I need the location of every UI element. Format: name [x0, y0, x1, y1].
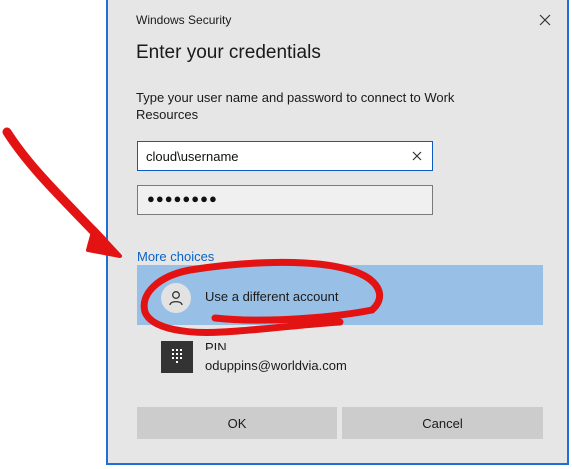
dialog-heading: Enter your credentials — [136, 42, 321, 63]
close-icon — [539, 14, 551, 26]
ok-button[interactable]: OK — [137, 407, 337, 439]
avatar — [161, 283, 191, 313]
option-label: Use a different account — [205, 289, 339, 304]
instructions-text: Type your user name and password to conn… — [136, 90, 455, 122]
clear-x-icon[interactable] — [410, 149, 424, 163]
password-masked-value: ●●●●●●●● — [147, 191, 218, 206]
cancel-button[interactable]: Cancel — [342, 407, 543, 439]
window-title: Windows Security — [136, 13, 232, 27]
credentials-dialog: Windows Security Enter your credentials … — [106, 0, 569, 465]
username-field[interactable] — [137, 141, 433, 171]
password-field[interactable]: ●●●●●●●● — [137, 185, 433, 215]
pin-option-account: oduppins@worldvia.com — [205, 358, 347, 373]
option-use-different-account[interactable]: Use a different account — [137, 265, 543, 325]
option-pin[interactable]: PIN oduppins@worldvia.com — [137, 336, 543, 378]
close-button[interactable] — [535, 10, 555, 30]
username-input[interactable] — [138, 142, 398, 170]
pin-tile — [161, 341, 193, 373]
more-choices-link[interactable]: More choices — [137, 249, 214, 264]
user-icon — [169, 291, 183, 306]
annotation-arrow-stroke — [2, 127, 107, 245]
pin-option-title: PIN — [205, 340, 227, 350]
keypad-icon — [172, 349, 182, 363]
